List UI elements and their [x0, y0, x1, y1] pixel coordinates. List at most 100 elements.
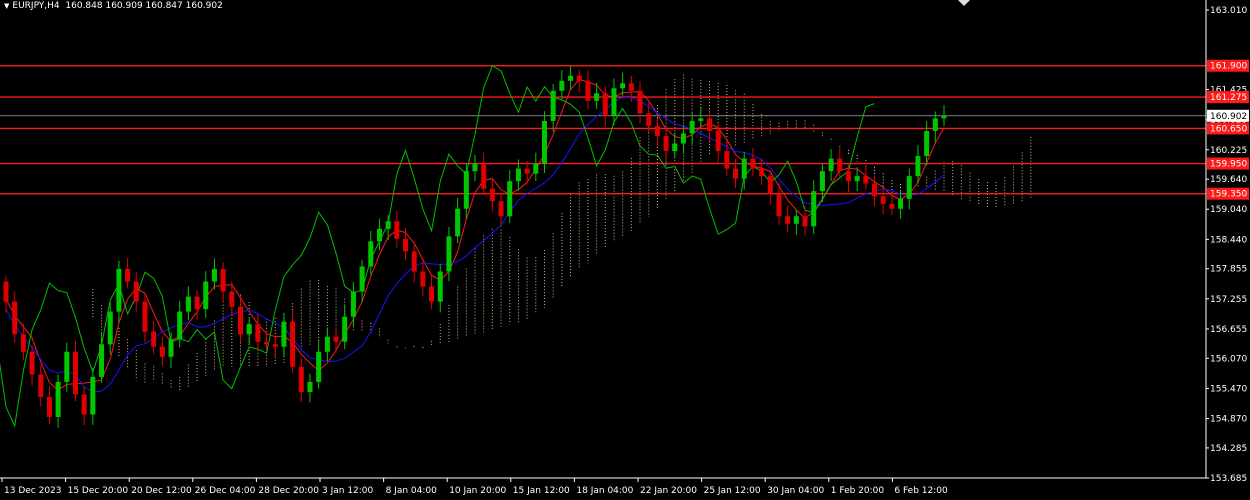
candle-body [220, 268, 226, 292]
candle-body [915, 156, 921, 177]
x-tick-label: 15 Dec 20:00 [68, 486, 129, 496]
candle-body [707, 118, 712, 131]
candle-body [680, 133, 686, 144]
candle-body [359, 266, 365, 292]
candle-body [411, 251, 417, 272]
y-tick-label: 156.655 [1210, 325, 1247, 335]
candle-body [151, 331, 157, 347]
candle-body [811, 191, 817, 227]
price-chart[interactable]: 163.010161.425160.825160.225159.640159.0… [0, 0, 1250, 500]
candle-body [932, 118, 938, 131]
candle-body [194, 296, 200, 310]
candle-body [594, 93, 600, 101]
candle-body [568, 75, 574, 81]
candle-body [316, 351, 322, 382]
y-tick-label: 154.870 [1210, 415, 1247, 425]
candle-body [646, 113, 652, 126]
kijun-line [5, 97, 945, 393]
candle-body [3, 281, 9, 302]
chart-window[interactable]: ▼ EURJPY,H4 160.848 160.909 160.847 160.9… [0, 0, 1250, 500]
candle-body [472, 163, 478, 172]
candle-body [637, 90, 643, 114]
candle-body [255, 324, 261, 342]
candle-body [845, 171, 851, 182]
x-tick-label: 13 Dec 2023 [4, 486, 62, 496]
candle-body [246, 324, 252, 335]
candle-body [81, 394, 87, 415]
candle-body [264, 341, 270, 345]
x-tick-label: 22 Jan 20:00 [640, 486, 697, 496]
candle-body [541, 120, 547, 164]
candle-body [741, 158, 747, 179]
candle-body [290, 321, 296, 367]
candle-body [376, 228, 382, 242]
candle-body [854, 176, 860, 182]
candle-body [116, 268, 122, 312]
candle-body [72, 351, 78, 395]
tenkan-line [5, 78, 945, 391]
candle-body [576, 75, 582, 81]
x-tick-label: 10 Jan 20:00 [449, 486, 506, 496]
candle-body [498, 201, 504, 217]
candle-body [429, 286, 435, 302]
candle-body [38, 374, 44, 397]
candle-body [420, 271, 426, 287]
candle-body [759, 168, 765, 177]
y-tick-label: 154.285 [1210, 444, 1247, 454]
candle-body [924, 130, 930, 157]
candle-body [776, 193, 782, 217]
candle-body [455, 208, 461, 237]
chikou-line [0, 64, 875, 428]
candle-body [872, 183, 878, 197]
candle-body [620, 83, 626, 89]
candle-body [611, 88, 617, 116]
current-price-label: 160.902 [1210, 112, 1247, 122]
candle-body [385, 221, 391, 229]
candle-body [307, 381, 313, 392]
candle-body [437, 271, 443, 302]
candle-body [802, 216, 808, 227]
candle-body [524, 168, 530, 174]
candle-body [602, 93, 608, 116]
level-tag-label: 161.275 [1210, 93, 1247, 103]
chart-shift-icon [958, 0, 970, 6]
candle-body [185, 296, 191, 312]
candle-body [628, 83, 634, 91]
candle-body [177, 311, 183, 340]
candle-body [133, 281, 139, 302]
candle-body [533, 163, 539, 174]
level-tag-label: 161.900 [1210, 62, 1247, 72]
candle-body [837, 158, 843, 172]
candle-body [941, 115, 947, 119]
candle-body [238, 306, 243, 335]
candle-body [168, 339, 174, 357]
candle-body [724, 151, 730, 169]
candle-body [733, 168, 739, 179]
candle-body [99, 344, 105, 377]
candle-body [889, 203, 895, 209]
x-tick-label: 8 Jan 04:00 [386, 486, 438, 496]
candle-body [55, 381, 61, 418]
x-tick-label: 3 Jan 12:00 [322, 486, 374, 496]
candle-body [211, 268, 217, 282]
candle-body [585, 80, 591, 101]
candle-body [203, 281, 209, 310]
x-tick-label: 25 Jan 12:00 [704, 486, 761, 496]
candle-body [29, 351, 35, 375]
candle-body [368, 241, 374, 267]
candle-body [559, 80, 565, 91]
candle-body [481, 163, 487, 189]
candle-body [507, 181, 513, 217]
candle-body [828, 158, 834, 172]
candle-body [785, 216, 791, 224]
candle-body [515, 168, 521, 182]
level-tag-label: 159.950 [1210, 160, 1247, 170]
candle-body [90, 376, 96, 415]
candle-body [12, 301, 18, 335]
y-tick-label: 157.255 [1210, 295, 1247, 305]
candle-body [689, 120, 695, 134]
candle-body [715, 130, 721, 152]
candle-body [550, 90, 556, 121]
y-tick-label: 159.640 [1210, 175, 1247, 185]
candle-body [819, 171, 825, 192]
